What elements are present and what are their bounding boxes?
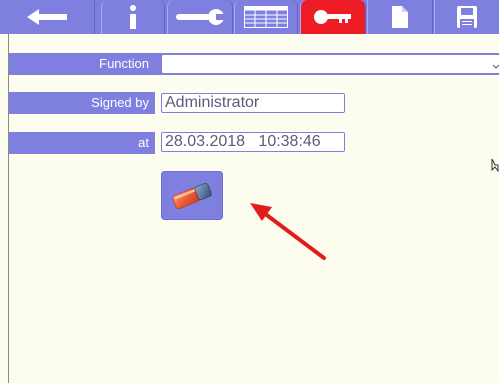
- back-button[interactable]: [0, 0, 95, 34]
- tab-table[interactable]: [234, 0, 298, 34]
- document-icon: [392, 6, 408, 28]
- save-icon: [457, 6, 477, 28]
- info-icon: [130, 5, 136, 29]
- signed-at-field: 28.03.2018 10:38:46: [161, 132, 345, 152]
- signed-at-label: at: [9, 132, 155, 154]
- function-label: Function: [9, 53, 155, 75]
- save-button[interactable]: [434, 0, 499, 34]
- signed-by-label: Signed by: [9, 92, 155, 114]
- clear-signature-button[interactable]: [161, 171, 223, 220]
- function-select[interactable]: [161, 54, 499, 74]
- signature-page: Function Signed by Administrator at 28.0…: [0, 0, 499, 383]
- content-left-border: [8, 34, 9, 383]
- chevron-down-icon: [493, 64, 499, 69]
- toolbar: [0, 0, 499, 34]
- signed-by-field: Administrator: [161, 93, 345, 113]
- eraser-icon: [172, 182, 212, 209]
- document-button[interactable]: [367, 0, 433, 34]
- back-arrow-icon: [27, 9, 67, 25]
- wrench-icon: [176, 9, 224, 25]
- table-icon: [244, 6, 288, 28]
- mouse-cursor-icon: [491, 158, 499, 172]
- tab-settings[interactable]: [167, 0, 233, 34]
- annotation-arrow-icon: [250, 203, 326, 260]
- tab-info[interactable]: [101, 0, 165, 34]
- tab-signature[interactable]: [300, 0, 366, 34]
- key-icon: [314, 10, 351, 24]
